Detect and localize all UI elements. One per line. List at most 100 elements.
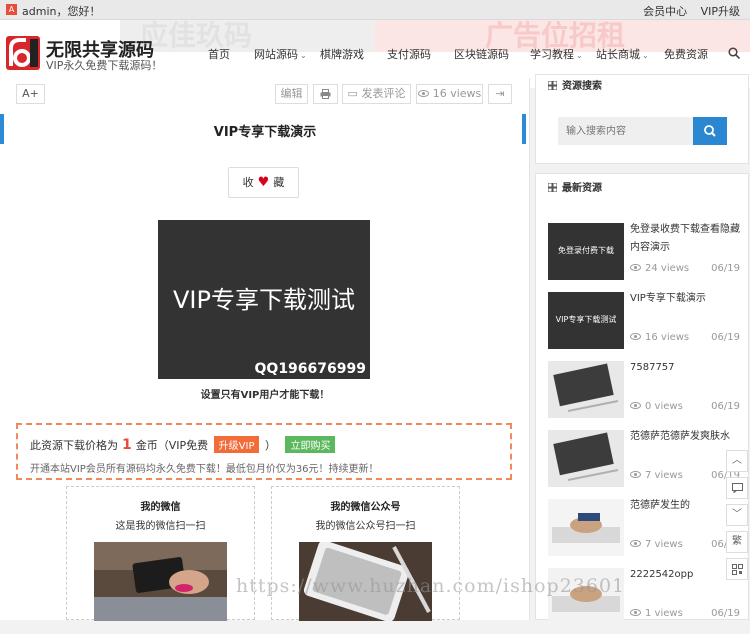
resource-thumbnail[interactable]: 免登录付费下载 — [548, 223, 624, 280]
share-icon: ⇥ — [495, 87, 505, 100]
comment-float-button[interactable] — [726, 477, 748, 499]
qr-subtitle: 这是我的微信扫一扫 — [115, 521, 206, 532]
resource-thumbnail[interactable] — [548, 430, 624, 487]
user-icon: A — [6, 4, 17, 15]
download-pay-box: 此资源下载价格为 1 金币（VIP免费 升级VIP ） 立即购买 开通本站VIP会员… — [16, 423, 512, 480]
watermark: https://www.huzhan.com/ishop23601 — [236, 575, 626, 597]
share-button[interactable]: ⇥ — [488, 84, 512, 104]
resource-views: 0 views — [630, 401, 683, 412]
list-item[interactable]: 免登录付费下载 免登录收费下载查看隐藏内容演示 24 views 06/19 — [548, 221, 746, 289]
latest-resources-widget: 最新资源 免登录付费下载 免登录收费下载查看隐藏内容演示 24 views 06… — [535, 173, 749, 625]
comment-icon — [731, 483, 743, 494]
sidebar: 资源搜索 最新资源 免登录付费下载 免登录收费下载查看隐藏内容演示 24 vie… — [535, 74, 750, 625]
search-widget: 资源搜索 — [535, 74, 749, 164]
eye-icon — [630, 402, 641, 409]
eye-icon — [630, 471, 641, 478]
comment-button[interactable]: ▭ 发表评论 — [342, 84, 411, 104]
resource-title[interactable]: 免登录收费下载查看隐藏内容演示 — [630, 221, 742, 257]
nav-item-blockchain-source[interactable]: 区块链源码 — [454, 46, 509, 62]
views-counter: 16 views — [416, 84, 483, 104]
wechat-qr-card: 我的微信 这是我的微信扫一扫 — [66, 486, 255, 621]
resource-date: 06/19 — [711, 608, 740, 619]
buy-now-button[interactable]: 立即购买 — [285, 436, 336, 453]
top-bar: A admin，您好！ 会员中心 VIP升级 — [0, 0, 750, 20]
resource-views: 7 views — [630, 539, 683, 550]
nav-item-webmaster-mall[interactable]: 站长商城 ⌄ — [596, 46, 649, 62]
favorite-button[interactable]: 收 ♥ 藏 — [228, 167, 299, 198]
scroll-down-button[interactable]: ﹀ — [726, 504, 748, 526]
post-caption: 设置只有VIP用户才能下载！ — [200, 390, 330, 401]
vip-note: 开通本站VIP会员所有源码均永久免费下载！最低包月价仅为36元！持续更新！ — [30, 464, 379, 475]
nav-item-home[interactable]: 首页 — [208, 46, 230, 62]
search-button[interactable] — [693, 117, 727, 145]
greeting[interactable]: admin，您好！ — [22, 3, 100, 19]
grid-icon — [548, 183, 557, 192]
qr-title: 我的微信公众号 — [330, 502, 401, 513]
heart-icon: ♥ — [257, 175, 270, 190]
vip-upgrade-link[interactable]: VIP升级 — [701, 5, 740, 18]
resource-thumbnail[interactable] — [548, 361, 624, 418]
resource-date: 06/19 — [711, 401, 740, 412]
site-subtitle: VIP永久免费下载源码！ — [46, 59, 163, 72]
qr-icon — [731, 564, 743, 575]
list-item[interactable]: 7587757 0 views 06/19 — [548, 359, 746, 427]
grid-icon — [548, 81, 557, 90]
resource-views: 7 views — [630, 470, 683, 481]
hero-qq: QQ196676999 — [254, 361, 366, 377]
search-icon[interactable] — [728, 47, 740, 59]
qr-subtitle: 我的微信公众号扫一扫 — [315, 521, 416, 532]
member-center-link[interactable]: 会员中心 — [643, 5, 687, 18]
nav-item-tutorials[interactable]: 学习教程 ⌄ — [530, 46, 583, 62]
print-button[interactable] — [313, 84, 338, 104]
article-toolbar: A+ 编辑 ▭ 发表评论 16 views ⇥ — [0, 84, 530, 104]
post-title: VIP专享下载演示 — [213, 125, 317, 140]
eye-icon — [630, 540, 641, 547]
price-line: 此资源下载价格为 1 金币（VIP免费 升级VIP ） 立即购买 — [30, 436, 336, 453]
qr-float-button[interactable] — [726, 558, 748, 580]
nav-item-chess-games[interactable]: 棋牌游戏 — [320, 46, 364, 62]
list-item[interactable]: 范德萨范德萨发爽肤水 7 views 06/19 — [548, 428, 746, 496]
edit-button[interactable]: 编辑 — [275, 84, 308, 104]
search-input[interactable] — [558, 117, 693, 145]
font-size-button[interactable]: A+ — [16, 84, 45, 104]
resource-thumbnail[interactable]: VIP专享下载测试 — [548, 292, 624, 349]
nav-item-payment-source[interactable]: 支付源码 — [387, 46, 431, 62]
eye-icon — [630, 333, 641, 340]
site-logo[interactable] — [6, 36, 40, 70]
resource-views: 24 views — [630, 263, 689, 274]
nav-item-site-source[interactable]: 网站源码 ⌄ — [254, 46, 307, 62]
eye-icon — [630, 264, 641, 271]
scroll-up-button[interactable]: ︿ — [726, 450, 748, 472]
qr-image — [94, 542, 227, 621]
chevron-down-icon: ⌄ — [300, 51, 307, 60]
chevron-down-icon: ⌄ — [576, 51, 583, 60]
search-icon — [704, 125, 716, 137]
list-item[interactable]: VIP专享下载测试 VIP专享下载演示 16 views 06/19 — [548, 290, 746, 358]
resource-date: 06/19 — [711, 332, 740, 343]
qr-title: 我的微信 — [140, 502, 181, 513]
eye-icon — [417, 90, 429, 97]
print-icon — [320, 89, 331, 99]
traditional-chinese-button[interactable]: 繁 — [726, 531, 748, 553]
resource-title[interactable]: VIP专享下载演示 — [630, 290, 742, 308]
list-item[interactable]: 范德萨发生的 7 views 06/19 — [548, 497, 746, 565]
latest-widget-title: 最新资源 — [548, 177, 602, 201]
price-value: 1 — [122, 437, 132, 453]
resource-title[interactable]: 范德萨范德萨发爽肤水 — [630, 428, 742, 446]
upgrade-vip-button[interactable]: 升级VIP — [213, 436, 260, 453]
resource-date: 06/19 — [711, 263, 740, 274]
resource-views: 16 views — [630, 332, 689, 343]
nav-item-free-resources[interactable]: 免费资源 — [664, 46, 708, 62]
search-widget-title: 资源搜索 — [548, 75, 602, 99]
resource-title[interactable]: 7587757 — [630, 359, 742, 377]
resource-thumbnail[interactable] — [548, 499, 624, 556]
eye-icon — [630, 609, 641, 616]
banner-left-text: 应佳玖码 — [140, 20, 253, 52]
post-hero-image: VIP专享下载测试 QQ196676999 — [158, 220, 370, 379]
chevron-down-icon: ⌄ — [642, 51, 649, 60]
hero-text: VIP专享下载测试 — [173, 286, 355, 314]
comment-icon: ▭ — [347, 87, 358, 100]
wechat-official-qr-card: 我的微信公众号 我的微信公众号扫一扫 — [271, 486, 460, 621]
top-links: 会员中心 VIP升级 — [633, 3, 740, 19]
resource-views: 1 views — [630, 608, 683, 619]
